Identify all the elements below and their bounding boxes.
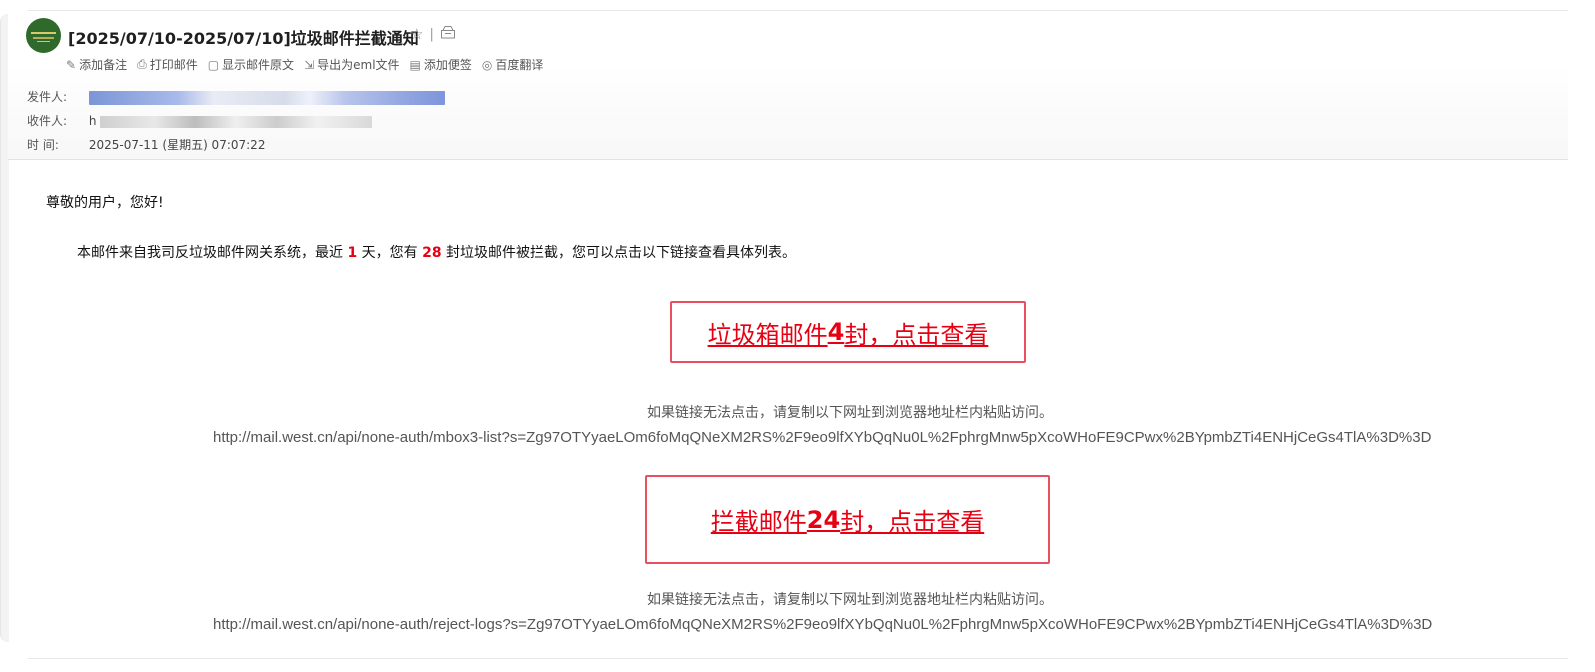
export-icon: ⇲	[304, 57, 315, 72]
add-remark-label: 添加备注	[79, 58, 128, 72]
recipient-label: 收件人:	[27, 114, 68, 128]
rejected-mail-url[interactable]: http://mail.west.cn/api/none-auth/reject…	[213, 616, 1432, 633]
note-icon: ▤	[409, 57, 421, 72]
add-note-button[interactable]: ▤ 添加便签	[410, 56, 472, 73]
email-header: [2025/07/10-2025/07/10]垃圾邮件拦截通知 ☆ | ✎ 添加…	[8, 11, 1568, 160]
cta2-count: 24	[806, 505, 841, 534]
link-hint-2: 如果链接无法点击，请复制以下网址到浏览器地址栏内粘贴访问。	[647, 592, 1053, 608]
sender-address-redacted[interactable]	[88, 90, 445, 105]
cta1-count: 4	[827, 318, 845, 346]
email-toolbar: ✎ 添加备注 ⎙ 打印邮件 ▢ 显示邮件原文 ⇲ 导出为eml文件 ▤ 添加便签…	[66, 56, 543, 73]
separator: |	[429, 26, 434, 42]
recipient-address-redacted	[100, 115, 373, 128]
time-label: 时 间:	[27, 138, 59, 152]
baidu-translate-label: 百度翻译	[495, 58, 544, 72]
intro-days: 1	[347, 245, 358, 261]
intro-part2: 天，您有	[357, 245, 423, 261]
sender-avatar[interactable]	[26, 18, 61, 53]
view-junk-mail-button[interactable]: 垃圾箱邮件 4 封，点击查看	[670, 301, 1026, 363]
cta1-suffix: 封，点击查看	[844, 320, 989, 349]
junk-mail-url[interactable]: http://mail.west.cn/api/none-auth/mbox3-…	[213, 429, 1431, 446]
printer-icon: ⎙	[137, 57, 147, 71]
bottom-divider	[28, 658, 1568, 659]
show-source-label: 显示邮件原文	[222, 58, 295, 72]
archive-icon[interactable]	[440, 25, 456, 43]
print-email-label: 打印邮件	[149, 58, 198, 72]
link-hint-1: 如果链接无法点击，请复制以下网址到浏览器地址栏内粘贴访问。	[647, 405, 1053, 421]
cta2-suffix: 封，点击查看	[840, 508, 985, 536]
cta2-prefix: 拦截邮件	[710, 508, 807, 536]
recipient-row: 收件人: h	[27, 112, 373, 129]
star-icon[interactable]: ☆	[410, 25, 423, 43]
greeting: 尊敬的用户，您好!	[46, 195, 164, 211]
baidu-translate-button[interactable]: ◎ 百度翻译	[482, 56, 544, 73]
show-source-button[interactable]: ▢ 显示邮件原文	[208, 56, 294, 73]
email-subject: [2025/07/10-2025/07/10]垃圾邮件拦截通知	[68, 29, 419, 48]
translate-icon: ◎	[481, 57, 493, 72]
export-eml-label: 导出为eml文件	[317, 58, 400, 72]
intro-count: 28	[422, 245, 442, 261]
source-icon: ▢	[207, 57, 220, 72]
cta1-prefix: 垃圾箱邮件	[707, 320, 828, 349]
view-rejected-mail-button[interactable]: 拦截邮件 24 封，点击查看	[645, 475, 1050, 564]
export-eml-button[interactable]: ⇲ 导出为eml文件	[304, 56, 399, 73]
sender-label: 发件人:	[27, 90, 68, 104]
recipient-prefix: h	[88, 114, 97, 128]
email-body: 尊敬的用户，您好! 本邮件来自我司反垃圾邮件网关系统，最近 1 天，您有 28 …	[0, 160, 1568, 658]
subject-actions: ☆ |	[410, 25, 456, 43]
pen-icon: ✎	[66, 57, 77, 72]
add-note-label: 添加便签	[423, 58, 472, 72]
sender-row: 发件人:	[27, 88, 445, 105]
print-email-button[interactable]: ⎙ 打印邮件	[137, 56, 198, 73]
intro-part3: 封垃圾邮件被拦截，您可以点击以下链接查看具体列表。	[441, 245, 797, 261]
intro-part1: 本邮件来自我司反垃圾邮件网关系统，最近	[77, 245, 348, 261]
add-remark-button[interactable]: ✎ 添加备注	[66, 56, 127, 73]
time-value: 2025-07-11 (星期五) 07:07:22	[88, 138, 266, 152]
intro-text: 本邮件来自我司反垃圾邮件网关系统，最近 1 天，您有 28 封垃圾邮件被拦截，您…	[77, 242, 796, 262]
time-row: 时 间: 2025-07-11 (星期五) 07:07:22	[27, 136, 265, 153]
